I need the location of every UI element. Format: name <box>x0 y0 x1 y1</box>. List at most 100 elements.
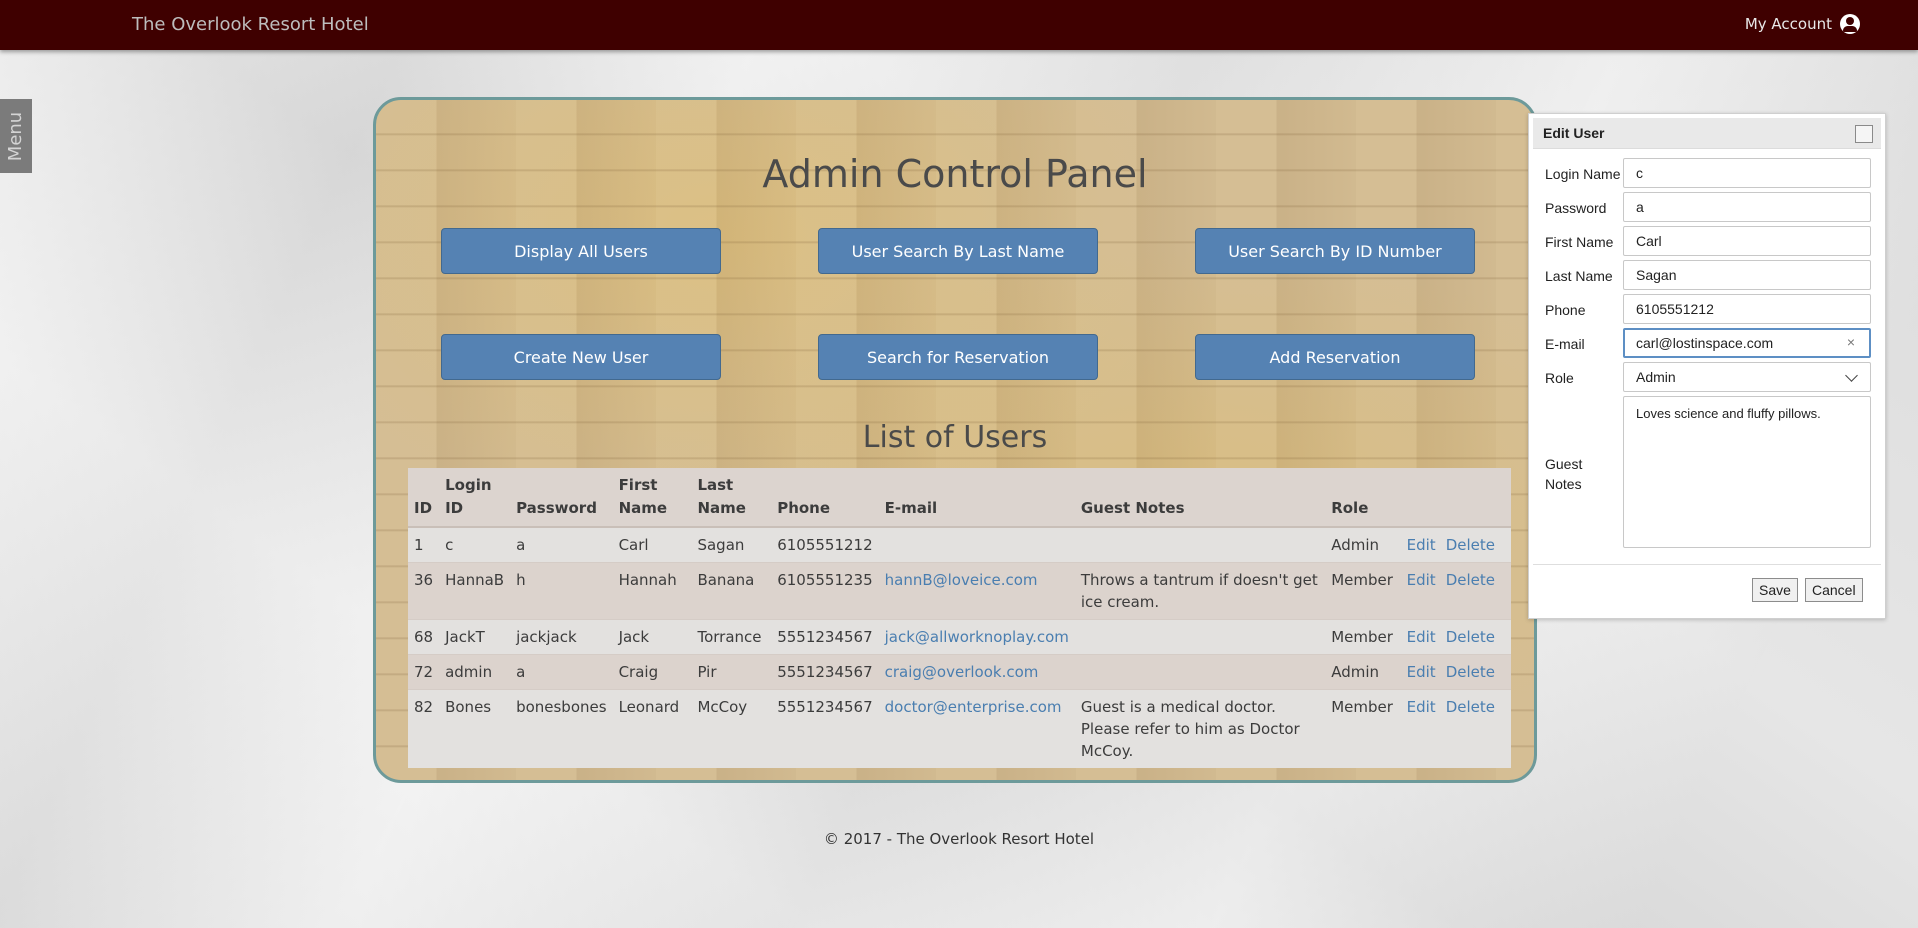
email-field[interactable]: carl@lostinspace.com × <box>1623 328 1871 358</box>
cell-role: Member <box>1325 689 1401 768</box>
cell-actions: Edit Delete <box>1400 526 1511 563</box>
dialog-divider <box>1533 564 1881 565</box>
dialog-title: Edit User <box>1543 125 1605 141</box>
role-select-value[interactable]: Admin <box>1636 369 1676 385</box>
edit-link[interactable]: Edit <box>1407 571 1436 589</box>
users-table-container: ID Login ID Password First Name Last Nam… <box>408 468 1511 768</box>
first-name-field[interactable]: Carl <box>1623 226 1871 256</box>
cell-first-name: Jack <box>612 619 692 655</box>
role-label: Role <box>1545 370 1574 386</box>
cancel-button[interactable]: Cancel <box>1805 578 1863 602</box>
email-link[interactable]: craig@overlook.com <box>885 663 1039 681</box>
cell-notes <box>1074 619 1326 655</box>
chevron-down-icon[interactable] <box>1845 369 1858 382</box>
table-row: 36 HannaB h Hannah Banana 6105551235 han… <box>408 562 1511 620</box>
cell-notes <box>1074 526 1326 563</box>
role-select[interactable]: Admin <box>1623 362 1871 392</box>
password-field[interactable]: a <box>1623 192 1871 222</box>
phone-field[interactable]: 6105551212 <box>1623 294 1871 324</box>
cell-password: jackjack <box>510 619 613 655</box>
brand-link[interactable]: The Overlook Resort Hotel <box>132 14 369 35</box>
cell-password: a <box>510 654 613 690</box>
guest-notes-label: Guest Notes <box>1545 456 1583 492</box>
cell-email: hannB@loveice.com <box>878 562 1075 620</box>
clear-icon[interactable]: × <box>1847 334 1855 350</box>
menu-label[interactable]: Menu <box>6 111 27 160</box>
cell-id: 1 <box>408 526 440 563</box>
edit-link[interactable]: Edit <box>1407 663 1436 681</box>
col-header-password: Password <box>510 468 613 528</box>
cell-notes: Guest is a medical doctor. Please refer … <box>1074 689 1326 768</box>
email-link[interactable]: jack@allworknoplay.com <box>885 628 1069 646</box>
my-account-menu[interactable]: My Account <box>1745 14 1860 34</box>
cell-first-name: Craig <box>612 654 692 690</box>
email-link[interactable]: hannB@loveice.com <box>885 571 1038 589</box>
login-name-field[interactable]: c <box>1623 158 1871 188</box>
last-name-field[interactable]: Sagan <box>1623 260 1871 290</box>
table-row: 1 c a Carl Sagan 6105551212 Admin Edit De… <box>408 526 1511 563</box>
cell-notes <box>1074 654 1326 690</box>
cell-login: c <box>439 526 511 563</box>
delete-link[interactable]: Delete <box>1446 698 1495 716</box>
delete-link[interactable]: Delete <box>1446 628 1495 646</box>
cell-last-name: Torrance <box>691 619 772 655</box>
table-header-row: ID Login ID Password First Name Last Nam… <box>408 468 1511 528</box>
cell-last-name: McCoy <box>691 689 772 768</box>
cell-password: h <box>510 562 613 620</box>
guest-notes-textarea[interactable]: Loves science and fluffy pillows. <box>1623 396 1871 548</box>
list-of-users-heading: List of Users <box>862 420 1048 455</box>
account-circle-icon[interactable] <box>1840 14 1860 34</box>
edit-link[interactable]: Edit <box>1407 536 1436 554</box>
top-navbar: The Overlook Resort Hotel My Account <box>0 0 1918 50</box>
col-header-actions <box>1400 468 1511 528</box>
dialog-close-button[interactable] <box>1855 125 1873 143</box>
page-footer: © 2017 - The Overlook Resort Hotel <box>823 830 1095 848</box>
edit-link[interactable]: Edit <box>1407 698 1436 716</box>
create-new-user-button[interactable]: Create New User <box>441 334 721 380</box>
cell-id: 36 <box>408 562 440 620</box>
password-label: Password <box>1545 200 1607 216</box>
email-field-value[interactable]: carl@lostinspace.com <box>1636 335 1773 351</box>
email-link[interactable]: doctor@enterprise.com <box>885 698 1062 716</box>
cell-login: admin <box>439 654 511 690</box>
cell-password: bonesbones <box>510 689 613 768</box>
col-header-id: ID <box>408 468 440 528</box>
cell-actions: Edit Delete <box>1400 654 1511 690</box>
cell-last-name: Sagan <box>691 526 772 563</box>
cell-email: doctor@enterprise.com <box>878 689 1075 768</box>
display-all-users-button[interactable]: Display All Users <box>441 228 721 274</box>
save-button[interactable]: Save <box>1752 578 1798 602</box>
cell-id: 82 <box>408 689 440 768</box>
edit-link[interactable]: Edit <box>1407 628 1436 646</box>
cell-phone: 5551234567 <box>771 689 879 768</box>
search-reservation-button[interactable]: Search for Reservation <box>818 334 1098 380</box>
add-reservation-button[interactable]: Add Reservation <box>1195 334 1475 380</box>
dialog-titlebar[interactable]: Edit User <box>1533 118 1881 149</box>
side-menu-toggle[interactable]: Menu <box>0 99 32 173</box>
delete-link[interactable]: Delete <box>1446 571 1495 589</box>
my-account-label[interactable]: My Account <box>1745 15 1832 33</box>
cell-first-name: Leonard <box>612 689 692 768</box>
cell-id: 72 <box>408 654 440 690</box>
search-by-id-button[interactable]: User Search By ID Number <box>1195 228 1475 274</box>
search-by-last-name-button[interactable]: User Search By Last Name <box>818 228 1098 274</box>
cell-login: Bones <box>439 689 511 768</box>
cell-notes: Throws a tantrum if doesn't get ice crea… <box>1074 562 1326 620</box>
delete-link[interactable]: Delete <box>1446 536 1495 554</box>
first-name-label: First Name <box>1545 234 1614 250</box>
cell-phone: 5551234567 <box>771 619 879 655</box>
delete-link[interactable]: Delete <box>1446 663 1495 681</box>
table-row: 72 admin a Craig Pir 5551234567 craig@ov… <box>408 654 1511 690</box>
col-header-role: Role <box>1325 468 1401 528</box>
cell-actions: Edit Delete <box>1400 689 1511 768</box>
phone-label: Phone <box>1545 302 1586 318</box>
table-row: 68 JackT jackjack Jack Torrance 55512345… <box>408 619 1511 655</box>
cell-role: Admin <box>1325 526 1401 563</box>
cell-last-name: Banana <box>691 562 772 620</box>
users-table: ID Login ID Password First Name Last Nam… <box>408 468 1511 768</box>
cell-role: Member <box>1325 619 1401 655</box>
cell-actions: Edit Delete <box>1400 619 1511 655</box>
col-header-notes: Guest Notes <box>1074 468 1326 528</box>
cell-phone: 5551234567 <box>771 654 879 690</box>
last-name-label: Last Name <box>1545 268 1613 284</box>
